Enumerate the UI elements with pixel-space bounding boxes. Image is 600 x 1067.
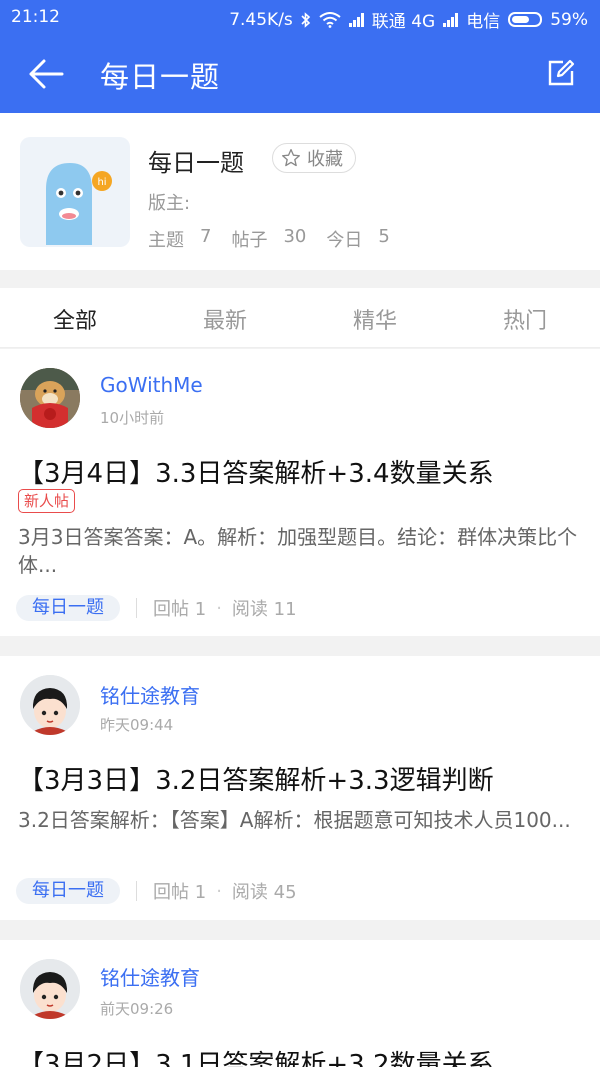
post-time: 前天09:26 bbox=[100, 1000, 174, 1018]
bluetooth-icon bbox=[301, 11, 310, 28]
forum-name: 每日一题 bbox=[148, 149, 244, 177]
edit-icon[interactable] bbox=[546, 58, 576, 88]
post-title[interactable]: 【3月3日】3.2日答案解析+3.3逻辑判断 bbox=[18, 760, 494, 797]
posts-count: 30 bbox=[283, 226, 307, 247]
post-time: 10小时前 bbox=[100, 409, 165, 427]
author-name[interactable]: 铭仕途教育 bbox=[100, 962, 200, 991]
reply-count: 回帖 1 bbox=[153, 599, 207, 620]
avatar[interactable] bbox=[20, 368, 80, 428]
post-title[interactable]: 【3月2日】3.1日答案解析+3.2数量关系 bbox=[18, 1044, 494, 1067]
topics-label: 主题 bbox=[148, 230, 184, 251]
forum-header: hi 每日一题 收藏 版主: 主题 7 帖子 30 今日 5 bbox=[0, 113, 600, 270]
app-bar: 每日一题 bbox=[0, 36, 600, 113]
status-bar: 21:12 7.45K/s 联通 4G 电信 59% bbox=[0, 0, 600, 36]
carrier-1: 联通 4G bbox=[371, 12, 436, 32]
ghost-mascot-icon: hi bbox=[46, 163, 112, 245]
dot-separator: · bbox=[216, 880, 222, 902]
post-excerpt: 3.2日答案解析：【答案】A解析：根据题意可知技术人员100... bbox=[18, 808, 571, 832]
post-meta: 每日一题 回帖 1 · 阅读 11 bbox=[16, 595, 297, 621]
cartoon-boy-avatar-icon bbox=[20, 675, 80, 735]
today-count: 5 bbox=[378, 226, 390, 247]
dot-separator: · bbox=[216, 597, 222, 619]
tab-hot[interactable]: 热门 bbox=[450, 303, 600, 335]
network-speed: 7.45K/s bbox=[229, 9, 293, 30]
reply-count: 回帖 1 bbox=[153, 882, 207, 903]
tab-all[interactable]: 全部 bbox=[0, 303, 150, 335]
svg-text:hi: hi bbox=[97, 177, 106, 188]
moderator-label: 版主: bbox=[148, 193, 191, 214]
tab-featured[interactable]: 精华 bbox=[300, 303, 450, 335]
signal-icon-2 bbox=[443, 12, 459, 27]
read-count: 阅读 45 bbox=[231, 882, 297, 903]
filter-tabs: 全部 最新 精华 热门 bbox=[0, 288, 600, 348]
favorite-button[interactable]: 收藏 bbox=[272, 143, 356, 173]
posts-label: 帖子 bbox=[231, 230, 268, 251]
status-time: 21:12 bbox=[11, 7, 60, 27]
new-user-tag: 新人帖 bbox=[18, 489, 76, 513]
forum-logo: hi bbox=[20, 137, 130, 247]
post-meta: 每日一题 回帖 1 · 阅读 45 bbox=[16, 878, 297, 904]
author-name[interactable]: 铭仕途教育 bbox=[100, 680, 200, 709]
avatar[interactable] bbox=[20, 675, 80, 735]
favorite-label: 收藏 bbox=[307, 149, 343, 170]
wifi-icon bbox=[319, 11, 341, 28]
dog-avatar-icon bbox=[20, 368, 80, 428]
post-card[interactable]: 铭仕途教育 昨天09:44 【3月3日】3.2日答案解析+3.3逻辑判断 3.2… bbox=[0, 656, 600, 920]
forum-stats: 主题 7 帖子 30 今日 5 bbox=[148, 226, 410, 252]
divider bbox=[136, 598, 137, 618]
battery-level: 59% bbox=[550, 9, 588, 30]
board-chip[interactable]: 每日一题 bbox=[16, 595, 120, 621]
signal-icon bbox=[348, 12, 364, 27]
tab-latest[interactable]: 最新 bbox=[150, 303, 300, 335]
carrier-2: 电信 bbox=[466, 12, 501, 32]
star-icon bbox=[282, 149, 300, 167]
read-count: 阅读 11 bbox=[231, 599, 297, 620]
status-right: 7.45K/s 联通 4G 电信 59% bbox=[229, 7, 588, 33]
board-chip[interactable]: 每日一题 bbox=[16, 878, 120, 904]
post-title[interactable]: 【3月4日】3.3日答案解析+3.4数量关系 bbox=[18, 453, 494, 490]
divider bbox=[136, 881, 137, 901]
arrow-left-icon[interactable] bbox=[26, 56, 66, 92]
post-time: 昨天09:44 bbox=[100, 716, 174, 734]
post-card[interactable]: 铭仕途教育 前天09:26 【3月2日】3.1日答案解析+3.2数量关系 bbox=[0, 940, 600, 1067]
avatar[interactable] bbox=[20, 959, 80, 1019]
post-excerpt: 3月3日答案答案：A。解析：加强型题目。结论：群体决策比个体... bbox=[18, 525, 578, 577]
page-title: 每日一题 bbox=[100, 60, 221, 94]
cartoon-boy-avatar-icon bbox=[20, 959, 80, 1019]
topics-count: 7 bbox=[200, 226, 212, 247]
top-bar: 21:12 7.45K/s 联通 4G 电信 59% 每日一题 bbox=[0, 0, 600, 113]
today-label: 今日 bbox=[326, 230, 363, 251]
author-name[interactable]: GoWithMe bbox=[100, 373, 203, 397]
post-card[interactable]: GoWithMe 10小时前 【3月4日】3.3日答案解析+3.4数量关系 新人… bbox=[0, 349, 600, 636]
battery-icon bbox=[508, 12, 543, 27]
